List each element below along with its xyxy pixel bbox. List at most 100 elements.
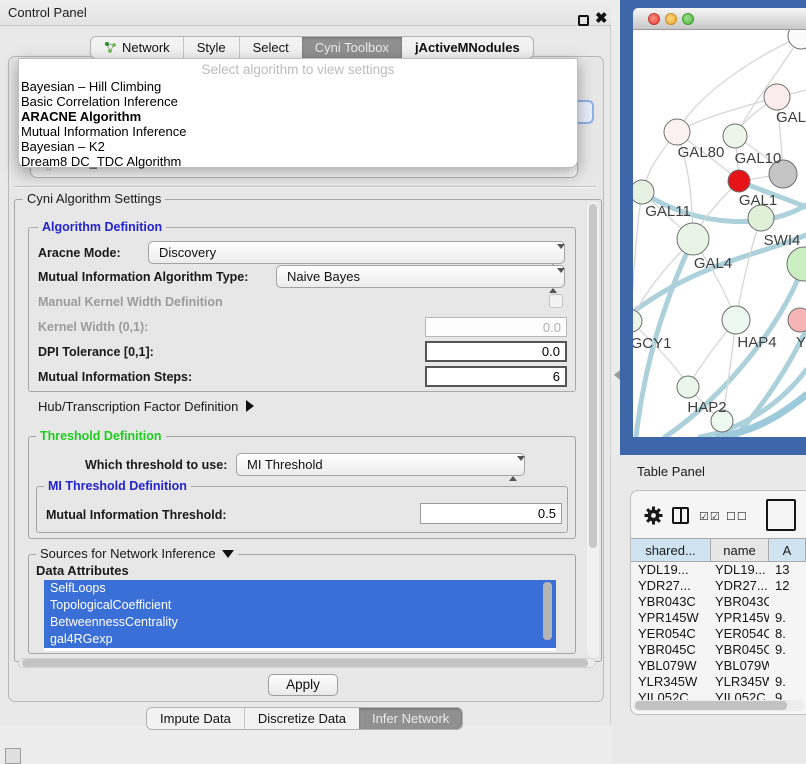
tab-infer-network[interactable]: Infer Network [359, 708, 462, 729]
cell-1-0: YDR27... [631, 578, 711, 594]
cell-2-1: YBR043C [711, 594, 769, 610]
attributes-scrollbar[interactable] [543, 582, 552, 646]
tab-select[interactable]: Select [239, 37, 302, 58]
algorithm-option-0[interactable]: Bayesian – Hill Climbing [21, 79, 575, 94]
algorithm-option-5[interactable]: Dream8 DC_TDC Algorithm [21, 154, 575, 169]
panel-divider [14, 186, 596, 188]
hub-definition-label: Hub/Transcription Factor Definition [38, 399, 238, 414]
table-row-6[interactable]: YBL079WYBL079W [631, 658, 806, 674]
network-node-GAL80[interactable] [664, 119, 690, 145]
network-node-GAL10[interactable] [723, 124, 747, 148]
algorithm-dropdown: Select algorithm to view settings Bayesi… [18, 58, 578, 168]
gear-icon[interactable] [644, 506, 663, 525]
algorithm-option-1[interactable]: Basic Correlation Inference [21, 94, 575, 109]
column-header-0[interactable]: shared... [631, 538, 711, 562]
algorithm-option-4[interactable]: Bayesian – K2 [21, 139, 575, 154]
network-node-HAP4[interactable] [722, 306, 750, 334]
settings-horizontal-scrollbar[interactable] [18, 658, 596, 668]
kernel-width-field[interactable] [425, 317, 567, 337]
which-threshold-combobox[interactable]: MI Threshold [236, 453, 525, 476]
tab-style[interactable]: Style [183, 37, 239, 58]
table-row-3[interactable]: YPR145WYPR145W9. [631, 610, 806, 626]
column-header-1[interactable]: name [711, 538, 769, 562]
tab-style-label: Style [197, 40, 226, 55]
table-body: YDL19...YDL19...13YDR27...YDR27...12YBR0… [631, 562, 806, 702]
algorithm-option-3[interactable]: Mutual Information Inference [21, 124, 575, 139]
zoom-traffic-light-icon[interactable] [682, 13, 694, 25]
network-edge-20 [736, 218, 761, 320]
select-all-columns-icon[interactable]: ☑☑ [699, 510, 721, 523]
cell-5-0: YBR045C [631, 642, 711, 658]
table-horizontal-scrollbar[interactable] [633, 700, 804, 711]
combobox-stepper-icon [549, 270, 557, 291]
network-node-0[interactable] [788, 30, 806, 49]
cell-6-0: YBL079W [631, 658, 711, 674]
table-header: shared...nameA [631, 538, 806, 562]
tab-impute-data[interactable]: Impute Data [147, 708, 244, 729]
hub-definition-expander[interactable]: Hub/Transcription Factor Definition [38, 399, 254, 414]
new-table-icon[interactable] [766, 499, 796, 531]
table-row-5[interactable]: YBR045CYBR045C9. [631, 642, 806, 658]
mi-type-combobox[interactable]: Naive Bayes [276, 265, 565, 288]
tab-cyni-toolbox-label: Cyni Toolbox [315, 40, 389, 55]
attribute-item-gal4RGexp[interactable]: gal4RGexp [44, 631, 556, 648]
tab-network[interactable]: Network [91, 37, 183, 58]
network-node-GAL[interactable] [764, 84, 790, 110]
settings-horizontal-scrollbar-thumb[interactable] [22, 659, 588, 667]
deselect-all-columns-icon[interactable]: ☐☐ [726, 510, 748, 523]
network-node-Y[interactable] [788, 308, 806, 332]
column-layout-icon[interactable] [672, 507, 689, 524]
network-node-label-GAL: GAL [776, 109, 806, 126]
attribute-item-TopologicalCoefficient[interactable]: TopologicalCoefficient [44, 597, 556, 614]
network-node-9[interactable] [787, 247, 806, 281]
column-header-2[interactable]: A [769, 538, 806, 562]
dpi-tolerance-field[interactable] [425, 341, 567, 362]
combobox-stepper-icon [509, 458, 517, 479]
minimize-traffic-light-icon[interactable] [665, 13, 677, 25]
tab-discretize-data[interactable]: Discretize Data [244, 708, 359, 729]
cell-0-1: YDL19... [711, 562, 769, 578]
network-view-window: GALGAL80GAL10GAL1GAL11SWI4GAL4GCY1HAP4YH… [620, 0, 806, 455]
table-row-4[interactable]: YER054CYER054C8. [631, 626, 806, 642]
combobox-stepper-icon [549, 246, 557, 267]
network-node-GAL11[interactable] [633, 180, 654, 204]
mi-threshold-label: Mutual Information Threshold: [46, 508, 227, 522]
attribute-item-SelfLoops[interactable]: SelfLoops [44, 580, 556, 597]
network-canvas[interactable]: GALGAL80GAL10GAL1GAL11SWI4GAL4GCY1HAP4YH… [633, 30, 806, 437]
float-window-icon[interactable] [578, 15, 589, 26]
close-icon[interactable]: ✖ [595, 9, 608, 27]
attributes-scrollbar-thumb[interactable] [543, 582, 552, 640]
settings-vertical-scrollbar-thumb[interactable] [589, 204, 597, 548]
network-node-HAP2[interactable] [677, 376, 699, 398]
mi-steps-field[interactable] [425, 366, 567, 387]
table-row-1[interactable]: YDR27...YDR27...12 [631, 578, 806, 594]
manual-kernel-checkbox[interactable] [549, 294, 563, 308]
cell-4-2: 8. [769, 626, 806, 642]
cell-1-1: YDR27... [711, 578, 769, 594]
table-horizontal-scrollbar-thumb[interactable] [635, 701, 787, 710]
algorithm-option-2[interactable]: ARACNE Algorithm [21, 109, 575, 124]
network-node-GAL4[interactable] [677, 223, 709, 255]
tab-discretize-data-label: Discretize Data [258, 711, 346, 726]
tab-cyni-toolbox[interactable]: Cyni Toolbox [302, 37, 402, 58]
table-row-7[interactable]: YLR345WYLR345W9. [631, 674, 806, 690]
mi-type-label: Mutual Information Algorithm Type: [38, 270, 248, 284]
cell-0-0: YDL19... [631, 562, 711, 578]
settings-vertical-scrollbar[interactable] [587, 202, 599, 658]
table-row-0[interactable]: YDL19...YDL19...13 [631, 562, 806, 578]
table-row-2[interactable]: YBR043CYBR043C [631, 594, 806, 610]
network-node-GAL1[interactable] [728, 170, 750, 192]
network-node-label-GCY1: GCY1 [633, 335, 671, 352]
network-node-GCY1[interactable] [633, 310, 642, 332]
control-panel-titlebar: Control Panel [0, 0, 611, 26]
mi-threshold-field[interactable] [420, 503, 562, 524]
inference-algorithm-combobox-fragment[interactable] [576, 100, 594, 124]
tab-jactivemnodules[interactable]: jActiveMNodules [402, 37, 533, 58]
aracne-mode-combobox[interactable]: Discovery [148, 241, 565, 264]
attribute-item-BetweennessCentrality[interactable]: BetweennessCentrality [44, 614, 556, 631]
which-threshold-value: MI Threshold [247, 457, 323, 472]
close-traffic-light-icon[interactable] [648, 13, 660, 25]
apply-button[interactable]: Apply [268, 674, 338, 696]
table-panel-title: Table Panel [637, 464, 705, 479]
mi-type-value: Naive Bayes [287, 269, 360, 284]
